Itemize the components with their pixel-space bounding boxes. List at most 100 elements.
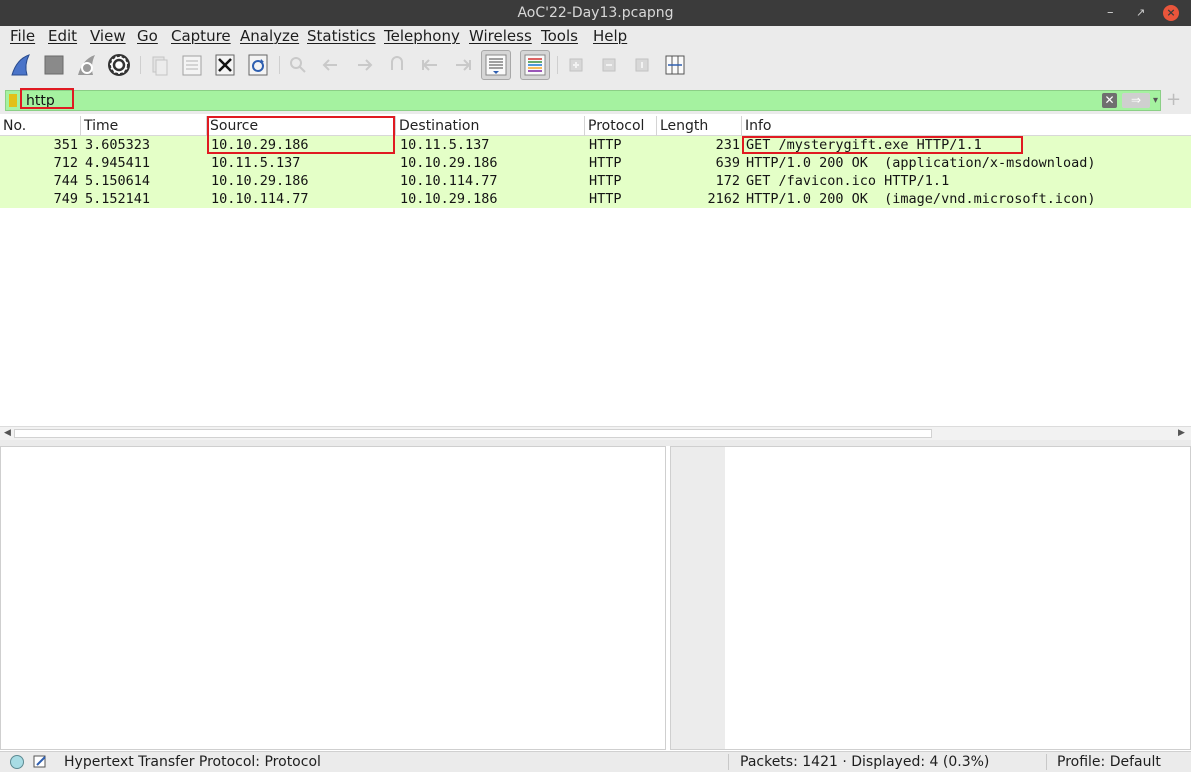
packet-time: 3.605323	[85, 137, 151, 153]
reload-file-icon[interactable]	[244, 51, 272, 79]
packet-source: 10.10.29.186	[211, 173, 309, 189]
packet-destination: 10.11.5.137	[400, 137, 490, 153]
last-packet-icon[interactable]	[449, 51, 477, 79]
packet-info: HTTP/1.0 200 OK (image/vnd.microsoft.ico…	[746, 191, 1096, 207]
packet-protocol: HTTP	[589, 155, 622, 171]
menu-edit[interactable]: Edit	[48, 26, 77, 46]
title-bar: AoC'22-Day13.pcapng – ↗ ×	[0, 0, 1191, 26]
packet-length: 231	[715, 137, 740, 153]
packet-no: 749	[53, 191, 78, 207]
open-file-icon[interactable]	[145, 51, 173, 79]
menu-wireless[interactable]: Wireless	[469, 26, 532, 46]
start-capture-icon[interactable]	[7, 51, 35, 79]
capture-comment-icon[interactable]	[33, 754, 48, 769]
status-field-info: Hypertext Transfer Protocol: Protocol	[64, 754, 321, 770]
find-packet-icon[interactable]	[284, 51, 312, 79]
packet-row[interactable]: 351 3.605323 10.10.29.186 10.11.5.137 HT…	[0, 136, 1191, 154]
packet-protocol: HTTP	[589, 173, 622, 189]
scroll-right-icon[interactable]: ▶	[1178, 427, 1185, 440]
packet-protocol: HTTP	[589, 191, 622, 207]
go-to-packet-icon[interactable]	[383, 51, 411, 79]
packet-length: 172	[715, 173, 740, 189]
packet-time: 5.150614	[85, 173, 151, 189]
packet-no: 351	[53, 137, 78, 153]
close-file-icon[interactable]	[211, 51, 239, 79]
packet-protocol: HTTP	[589, 137, 622, 153]
restart-capture-icon[interactable]	[73, 51, 101, 79]
scroll-thumb[interactable]	[14, 429, 932, 438]
menu-bar: File Edit View Go Capture Analyze Statis…	[0, 26, 1191, 46]
menu-view[interactable]: View	[90, 26, 126, 46]
packet-destination: 10.10.29.186	[400, 191, 498, 207]
add-filter-button[interactable]: +	[1166, 90, 1181, 110]
normal-size-icon[interactable]	[628, 51, 656, 79]
packet-row[interactable]: 744 5.150614 10.10.29.186 10.10.114.77 H…	[0, 172, 1191, 190]
column-protocol[interactable]: Protocol	[585, 116, 657, 136]
packet-length: 639	[715, 155, 740, 171]
stop-capture-icon[interactable]	[40, 51, 68, 79]
packet-no: 744	[53, 173, 78, 189]
packet-list-header: No. Time Source Destination Protocol Len…	[0, 116, 1191, 136]
packet-destination: 10.10.29.186	[400, 155, 498, 171]
zoom-in-icon[interactable]	[562, 51, 590, 79]
minimize-button[interactable]: –	[1107, 0, 1114, 26]
filter-text[interactable]: http	[26, 92, 55, 110]
auto-scroll-icon[interactable]	[481, 50, 511, 80]
packet-info: GET /mysterygift.exe HTTP/1.1	[746, 137, 982, 153]
main-toolbar	[0, 46, 1191, 86]
packet-bytes-pane[interactable]	[670, 446, 1191, 750]
window-title: AoC'22-Day13.pcapng	[517, 5, 674, 21]
packet-list-hscrollbar[interactable]: ◀ ▶	[0, 426, 1191, 440]
column-destination[interactable]: Destination	[396, 116, 585, 136]
expert-info-icon[interactable]	[10, 755, 24, 769]
apply-filter-button[interactable]: ⇒	[1122, 93, 1150, 108]
packet-source: 10.11.5.137	[211, 155, 301, 171]
close-window-button[interactable]: ×	[1163, 5, 1179, 21]
colorize-icon[interactable]	[520, 50, 550, 80]
display-filter-input[interactable]: http ✕ ⇒ ▾	[5, 90, 1161, 111]
menu-go[interactable]: Go	[137, 26, 158, 46]
status-packet-count: Packets: 1421 · Displayed: 4 (0.3%)	[740, 754, 990, 770]
wireshark-window: AoC'22-Day13.pcapng – ↗ × File Edit View…	[0, 0, 1191, 772]
packet-no: 712	[53, 155, 78, 171]
zoom-out-icon[interactable]	[595, 51, 623, 79]
bytes-offset-gutter	[671, 447, 725, 749]
column-info[interactable]: Info	[742, 116, 1191, 136]
first-packet-icon[interactable]	[416, 51, 444, 79]
display-filter-bar: http ✕ ⇒ ▾ +	[0, 86, 1191, 114]
packet-details-pane[interactable]	[0, 446, 666, 750]
column-time[interactable]: Time	[81, 116, 207, 136]
go-forward-icon[interactable]	[350, 51, 378, 79]
packet-source: 10.10.29.186	[211, 137, 309, 153]
scroll-left-icon[interactable]: ◀	[4, 427, 11, 440]
menu-telephony[interactable]: Telephony	[384, 26, 460, 46]
menu-file[interactable]: File	[10, 26, 35, 46]
capture-options-icon[interactable]	[105, 51, 133, 79]
column-source[interactable]: Source	[207, 116, 396, 136]
filter-bookmark-icon[interactable]	[9, 94, 17, 107]
menu-capture[interactable]: Capture	[171, 26, 231, 46]
packet-source: 10.10.114.77	[211, 191, 309, 207]
packet-info: GET /favicon.ico HTTP/1.1	[746, 173, 950, 189]
packet-list: 351 3.605323 10.10.29.186 10.11.5.137 HT…	[0, 136, 1191, 426]
filter-history-dropdown[interactable]: ▾	[1153, 92, 1158, 110]
packet-destination: 10.10.114.77	[400, 173, 498, 189]
packet-time: 5.152141	[85, 191, 151, 207]
clear-filter-button[interactable]: ✕	[1102, 93, 1117, 108]
packet-row[interactable]: 749 5.152141 10.10.114.77 10.10.29.186 H…	[0, 190, 1191, 208]
packet-info: HTTP/1.0 200 OK (application/x-msdownloa…	[746, 155, 1096, 171]
maximize-button[interactable]: ↗	[1136, 0, 1145, 26]
menu-analyze[interactable]: Analyze	[240, 26, 299, 46]
status-bar: Hypertext Transfer Protocol: Protocol Pa…	[0, 751, 1191, 772]
save-file-icon[interactable]	[178, 51, 206, 79]
status-profile[interactable]: Profile: Default	[1057, 752, 1161, 772]
menu-help[interactable]: Help	[593, 26, 627, 46]
resize-columns-icon[interactable]	[661, 51, 689, 79]
menu-statistics[interactable]: Statistics	[307, 26, 376, 46]
packet-row[interactable]: 712 4.945411 10.11.5.137 10.10.29.186 HT…	[0, 154, 1191, 172]
menu-tools[interactable]: Tools	[541, 26, 578, 46]
column-no[interactable]: No.	[0, 116, 81, 136]
go-back-icon[interactable]	[317, 51, 345, 79]
packet-length: 2162	[707, 191, 740, 207]
column-length[interactable]: Length	[657, 116, 742, 136]
